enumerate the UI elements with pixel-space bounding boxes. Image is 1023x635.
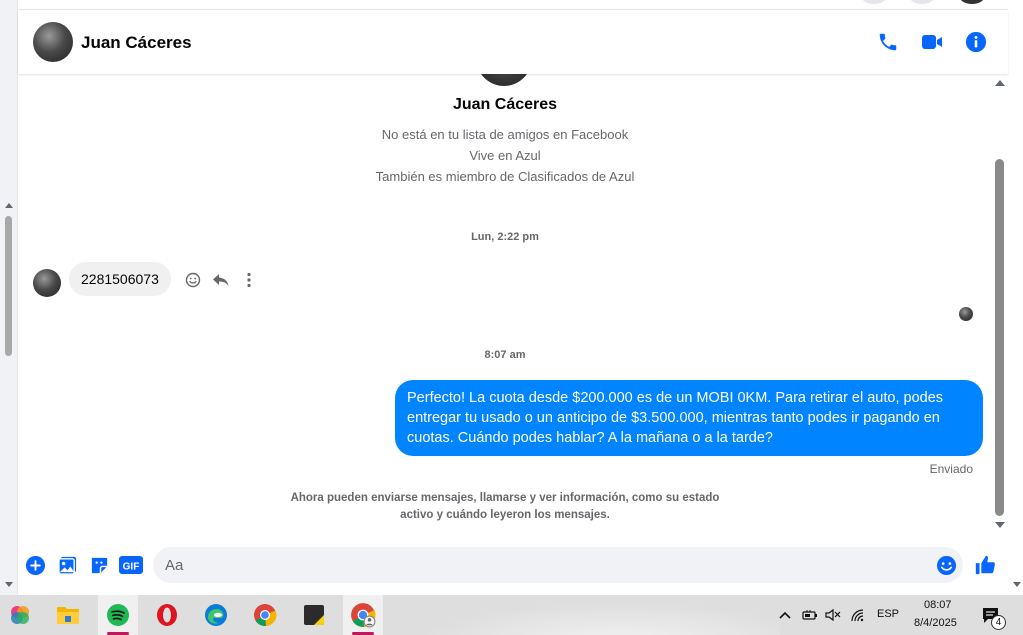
message-composer: GIF [18,540,1008,595]
profile-info-line: Vive en Azul [469,148,541,163]
clock-date[interactable]: 8/4/2025 [914,617,957,629]
phone-icon[interactable] [875,29,901,55]
like-icon[interactable] [974,554,996,576]
more-options-icon[interactable] [239,270,259,290]
profile-avatar[interactable] [476,74,532,86]
profile-name: Juan Cáceres [452,96,558,113]
contact-name[interactable]: Juan Cáceres [81,33,192,53]
info-icon[interactable] [963,29,989,55]
gif-icon[interactable]: GIF [119,554,143,576]
taskbar: ESP 08:07 8/4/2025 4 [0,595,1023,635]
page-scroll-down-arrow[interactable] [1013,582,1021,587]
file-explorer-icon[interactable] [48,595,88,635]
message-input[interactable] [153,547,963,583]
chevron-up-icon[interactable] [777,607,793,623]
scroll-up-arrow[interactable] [995,80,1005,86]
toolbar-circle[interactable] [908,0,936,4]
privacy-notice: Ahora pueden enviarse mensajes, llamarse… [290,492,720,521]
left-panel-scrollbar[interactable] [0,0,18,595]
wifi-icon[interactable] [850,607,866,623]
scroll-down-arrow[interactable] [995,522,1005,528]
emoji-icon[interactable] [935,554,957,576]
sticker-icon[interactable] [88,554,110,576]
chat-header: Juan Cáceres [18,11,1008,74]
chrome-icon[interactable] [245,595,285,635]
gif-label: GIF [123,562,140,573]
scroll-thumb[interactable] [5,216,12,356]
toolbar-circle[interactable] [860,0,888,4]
edge-icon[interactable] [196,595,236,635]
top-toolbar-fragment [18,0,1008,10]
reply-icon[interactable] [211,270,231,290]
window: Juan Cáceres Juan Cáceres No está en tu … [0,0,1023,635]
taskbar-wallpaper [380,595,780,635]
clock-time[interactable]: 08:07 [924,599,952,611]
message-thread[interactable]: Juan Cáceres No está en tu lista de amig… [18,74,1008,540]
account-avatar[interactable] [958,0,986,4]
outgoing-message[interactable]: Perfecto! La cuota desde $200.000 es de … [395,380,983,456]
incoming-message[interactable]: 2281506073 [69,262,171,296]
message-timestamp: Lun, 2:22 pm [471,231,539,243]
battery-icon[interactable] [802,607,818,623]
chat-scrollbar[interactable] [993,74,1007,534]
opera-icon[interactable] [147,595,187,635]
scroll-thumb[interactable] [995,159,1004,516]
sender-avatar[interactable] [33,269,61,297]
language-indicator[interactable]: ESP [877,608,899,620]
chrome-profile-icon[interactable] [343,595,383,635]
sticky-notes-icon[interactable] [294,595,334,635]
add-icon[interactable] [24,554,46,576]
copilot-icon[interactable] [0,595,40,635]
contact-avatar[interactable] [33,22,73,62]
scroll-up-arrow[interactable] [5,203,13,208]
seen-indicator-avatar [959,307,973,321]
video-call-icon[interactable] [919,29,945,55]
spotify-icon[interactable] [98,595,138,635]
volume-muted-icon[interactable] [825,607,841,623]
photo-icon[interactable] [56,554,78,576]
notification-count-badge: 4 [991,615,1006,630]
message-timestamp: 8:07 am [484,349,526,361]
profile-info-line: No está en tu lista de amigos en Faceboo… [381,127,629,142]
profile-info-line: También es miembro de Clasificados de Az… [375,169,635,184]
scroll-down-arrow[interactable] [5,582,13,587]
react-icon[interactable] [183,270,203,290]
message-status: Enviado [929,462,973,476]
